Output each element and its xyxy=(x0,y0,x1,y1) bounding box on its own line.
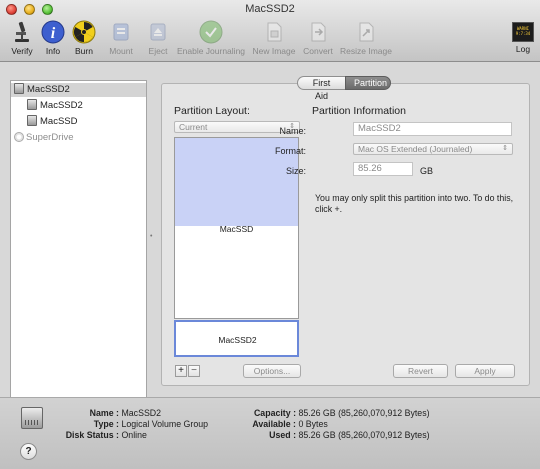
tab-partition[interactable]: Partition xyxy=(345,76,391,90)
convert-icon xyxy=(311,22,326,42)
convert-button[interactable]: Convert xyxy=(301,20,335,58)
partition-format-select-value: Mac OS Extended (Journaled) xyxy=(358,144,473,154)
mount-icon xyxy=(113,23,129,41)
radiation-icon xyxy=(72,20,96,44)
disk-capacity-row: Capacity : 85.26 GB (85,260,070,912 Byte… xyxy=(246,408,430,418)
disk-capacity-value: 85.26 GB (85,260,070,912 Bytes) xyxy=(298,408,430,418)
disk-list-item-label: MacSSD2 xyxy=(40,100,83,111)
sidebar-resize-handle[interactable]: • xyxy=(150,233,152,240)
hard-disk-icon xyxy=(21,407,43,429)
disk-name-row: Name : MacSSD2 xyxy=(60,408,161,418)
disk-available-row: Available : 0 Bytes xyxy=(246,419,328,429)
partition-name-field[interactable]: MacSSD2 xyxy=(353,122,512,136)
disk-status-value: Online xyxy=(121,430,147,440)
volume-icon xyxy=(27,115,37,126)
partition-info-text: You may only split this partition into t… xyxy=(315,193,514,214)
disk-list[interactable]: MacSSD2 MacSSD2 MacSSD SuperDrive xyxy=(10,80,147,406)
mount-button[interactable]: Mount xyxy=(104,20,138,58)
tab-bar: First Aid Partition xyxy=(297,76,391,101)
help-button[interactable]: ? xyxy=(20,443,37,460)
partition-block-macssd2[interactable]: MacSSD2 xyxy=(174,320,299,357)
disk-used-key: Used : xyxy=(269,430,296,440)
hard-disk-icon xyxy=(14,83,24,94)
disk-type-value: Logical Volume Group xyxy=(121,419,209,429)
disk-available-key: Available : xyxy=(252,419,296,429)
microscope-icon xyxy=(15,21,29,42)
log-button[interactable]: WARNI 9:7:34 Log xyxy=(510,20,536,58)
size-label: Size: xyxy=(285,166,306,176)
partition-layout-heading: Partition Layout: xyxy=(174,105,250,117)
stepper-arrows-icon: ⇕ xyxy=(502,145,508,152)
disk-capacity-key: Capacity : xyxy=(253,408,296,418)
log-screen-line-2: 9:7:34 xyxy=(515,31,531,36)
disk-list-item-macssd2[interactable]: MacSSD2 xyxy=(11,83,146,97)
format-label: Format: xyxy=(274,146,306,156)
disk-used-row: Used : 85.26 GB (85,260,070,912 Bytes) xyxy=(246,430,430,440)
burn-button[interactable]: Burn xyxy=(70,20,98,58)
disk-list-item-label: MacSSD2 xyxy=(27,84,70,95)
optical-disc-icon xyxy=(14,132,24,142)
volume-icon xyxy=(27,99,37,110)
main-content: MacSSD2 MacSSD2 MacSSD SuperDrive • Firs… xyxy=(0,63,540,406)
disk-type-row: Type : Logical Volume Group xyxy=(60,419,208,429)
new-image-icon xyxy=(267,22,282,42)
size-unit-label: GB xyxy=(420,166,434,176)
disk-name-value: MacSSD2 xyxy=(121,408,162,418)
resize-image-icon xyxy=(359,22,374,42)
eject-button[interactable]: Eject xyxy=(143,20,173,58)
resize-image-button[interactable]: Resize Image xyxy=(339,20,393,58)
disk-name-key: Name : xyxy=(89,408,119,418)
disk-type-key: Type : xyxy=(93,419,119,429)
tab-first-aid[interactable]: First Aid xyxy=(297,76,345,101)
options-button[interactable]: Options... xyxy=(243,364,301,378)
partition-block-label: MacSSD xyxy=(219,224,254,234)
partition-size-field[interactable]: 85.26 xyxy=(353,162,413,176)
verify-button[interactable]: Verify xyxy=(8,20,36,58)
disk-list-item-superdrive[interactable]: SuperDrive xyxy=(14,131,74,145)
disk-status-row: Disk Status : Online xyxy=(60,430,147,440)
partition-block-label: MacSSD2 xyxy=(218,335,257,345)
partition-format-select[interactable]: Mac OS Extended (Journaled) ⇕ xyxy=(353,143,513,155)
new-image-button[interactable]: New Image xyxy=(251,20,297,58)
disk-list-item-label: MacSSD xyxy=(40,116,78,127)
info-icon: i xyxy=(41,20,65,44)
disk-list-item-macssd[interactable]: MacSSD xyxy=(27,115,77,129)
revert-button[interactable]: Revert xyxy=(393,364,448,378)
partition-information-heading: Partition Information xyxy=(312,105,406,117)
apply-button[interactable]: Apply xyxy=(455,364,515,378)
journaling-icon xyxy=(199,20,223,44)
svg-text:i: i xyxy=(51,25,56,42)
partition-block-macssd[interactable]: MacSSD xyxy=(174,137,299,319)
disk-used-value: 85.26 GB (85,260,070,912 Bytes) xyxy=(298,430,430,440)
disk-info-bar: Name : MacSSD2 Type : Logical Volume Gro… xyxy=(0,397,540,469)
enable-journaling-button[interactable]: Enable Journaling xyxy=(176,20,246,58)
window-title: MacSSD2 xyxy=(245,3,295,15)
log-icon: WARNI 9:7:34 xyxy=(512,22,534,42)
remove-partition-button[interactable]: − xyxy=(188,365,200,377)
add-partition-button[interactable]: + xyxy=(175,365,187,377)
partition-panel: Partition Layout: Current ⇕ MacSSD MacSS… xyxy=(161,83,530,386)
eject-icon xyxy=(150,23,166,41)
name-label: Name: xyxy=(279,126,306,136)
partition-layout-select-value: Current xyxy=(179,122,208,132)
disk-status-key: Disk Status : xyxy=(65,430,119,440)
disk-list-item-label: SuperDrive xyxy=(26,132,74,143)
disk-list-item-macssd2-volume[interactable]: MacSSD2 xyxy=(27,99,83,113)
info-button[interactable]: i Info xyxy=(40,20,66,58)
disk-available-value: 0 Bytes xyxy=(298,419,328,429)
window-toolbar: MacSSD2 Verify i Info Burn Mount Eject E… xyxy=(0,0,540,62)
